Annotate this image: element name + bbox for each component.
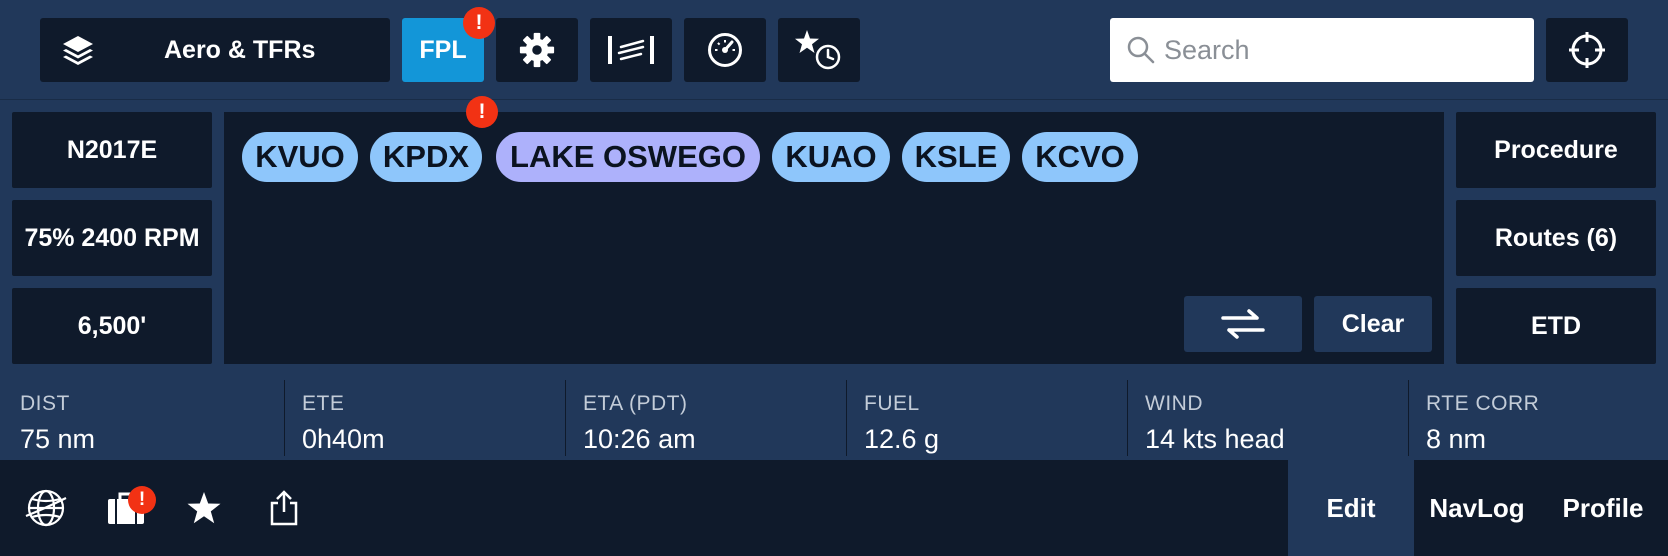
search-icon <box>1127 36 1155 64</box>
waypoint-chip-kuao[interactable]: KUAO <box>772 132 890 182</box>
stat-value: 14 kts head <box>1145 424 1285 454</box>
stat-divider <box>284 380 285 456</box>
stat-value: 10:26 am <box>583 424 696 454</box>
waypoint-chip-kvuo[interactable]: KVUO <box>242 132 358 182</box>
stat-label: ETE <box>302 392 345 415</box>
reverse-route-button[interactable] <box>1184 296 1302 352</box>
stat-label: RTE CORR <box>1426 392 1540 415</box>
layers-icon <box>63 36 93 65</box>
waypoint-chip-label: KSLE <box>914 139 998 174</box>
flight-stats-row: DIST 75 nm ETE 0h40m ETA (PDT) 10:26 am … <box>0 376 1668 460</box>
favorites-button[interactable] <box>180 484 228 532</box>
tab-navlog[interactable]: NavLog <box>1414 460 1540 556</box>
waypoint-chip-label: KPDX <box>382 139 470 174</box>
procedure-button[interactable]: Procedure <box>1456 112 1656 188</box>
tab-profile[interactable]: Profile <box>1540 460 1666 556</box>
stat-value: 75 nm <box>20 424 96 454</box>
star-icon <box>187 492 221 524</box>
tab-label: Profile <box>1562 492 1644 523</box>
waypoint-chip-kcvo[interactable]: KCVO <box>1022 132 1138 182</box>
map-layers-label: Aero & TFRs <box>164 35 316 64</box>
route-editor[interactable]: KVUO KPDX ! LAKE OSWEGO KUAO KSLE KCVO C… <box>224 96 1444 364</box>
stat-label: WIND <box>1145 392 1203 415</box>
stat-label: DIST <box>20 392 70 415</box>
locate-button[interactable] <box>1546 18 1628 82</box>
waypoint-chip-label: KUAO <box>785 139 877 174</box>
share-button[interactable] <box>260 484 308 532</box>
recent-favorites-button[interactable] <box>778 18 860 82</box>
altitude-label: 6,500' <box>77 311 147 340</box>
procedure-label: Procedure <box>1494 135 1618 164</box>
search-field[interactable] <box>1110 18 1534 82</box>
gauge-icon <box>708 33 742 67</box>
waypoint-chip-label: LAKE OSWEGO <box>510 139 746 174</box>
stat-divider <box>1127 380 1128 456</box>
flight-plan-label: FPL <box>419 35 467 64</box>
waypoint-chip-label: KVUO <box>255 139 345 174</box>
routes-button[interactable]: Routes (6) <box>1456 200 1656 276</box>
stat-label: FUEL <box>864 392 920 415</box>
power-setting-label: 75% 2400 RPM <box>24 223 200 252</box>
etd-label: ETD <box>1531 311 1581 340</box>
gear-icon <box>519 32 555 68</box>
locate-icon <box>1569 32 1605 68</box>
clear-route-label: Clear <box>1341 309 1405 338</box>
power-setting-button[interactable]: 75% 2400 RPM <box>12 200 212 276</box>
bottom-toolbar: ! Edit NavLog Profile <box>0 460 1668 556</box>
waypoint-chip-label: KCVO <box>1035 139 1125 174</box>
map-layers-button[interactable]: Aero & TFRs <box>40 18 390 82</box>
top-toolbar: Aero & TFRs FPL ! <box>0 0 1668 100</box>
aircraft-label: N2017E <box>66 135 158 164</box>
routes-label: Routes (6) <box>1494 223 1618 252</box>
performance-button[interactable] <box>684 18 766 82</box>
search-input[interactable] <box>1164 34 1524 66</box>
tab-edit[interactable]: Edit <box>1288 460 1414 556</box>
tab-label: Edit <box>1326 492 1376 523</box>
stat-value: 12.6 g <box>864 424 940 454</box>
wind-button[interactable] <box>590 18 672 82</box>
clear-route-button[interactable]: Clear <box>1314 296 1432 352</box>
stat-divider <box>1408 380 1409 456</box>
flight-plan-alert-badge: ! <box>463 7 495 39</box>
etd-button[interactable]: ETD <box>1456 288 1656 364</box>
waypoint-chip-kpdx[interactable]: KPDX <box>370 132 482 182</box>
altitude-button[interactable]: 6,500' <box>12 288 212 364</box>
stat-divider <box>565 380 566 456</box>
briefcase-alert-badge: ! <box>128 486 156 514</box>
swap-icon <box>1221 309 1265 339</box>
waypoint-chip-lake-oswego[interactable]: LAKE OSWEGO <box>496 132 760 182</box>
recent-favorites-icon <box>795 30 841 70</box>
tab-label: NavLog <box>1429 492 1525 523</box>
globe-button[interactable] <box>22 484 70 532</box>
stat-value: 0h40m <box>302 424 385 454</box>
settings-button[interactable] <box>496 18 578 82</box>
aircraft-button[interactable]: N2017E <box>12 112 212 188</box>
wind-icon <box>608 36 654 64</box>
globe-icon <box>25 489 67 527</box>
waypoint-chip-ksle[interactable]: KSLE <box>902 132 1010 182</box>
stat-label: ETA (PDT) <box>583 392 688 415</box>
stat-value: 8 nm <box>1426 424 1487 454</box>
stat-divider <box>846 380 847 456</box>
share-icon <box>270 490 298 526</box>
waypoint-alert-badge: ! <box>466 96 498 128</box>
